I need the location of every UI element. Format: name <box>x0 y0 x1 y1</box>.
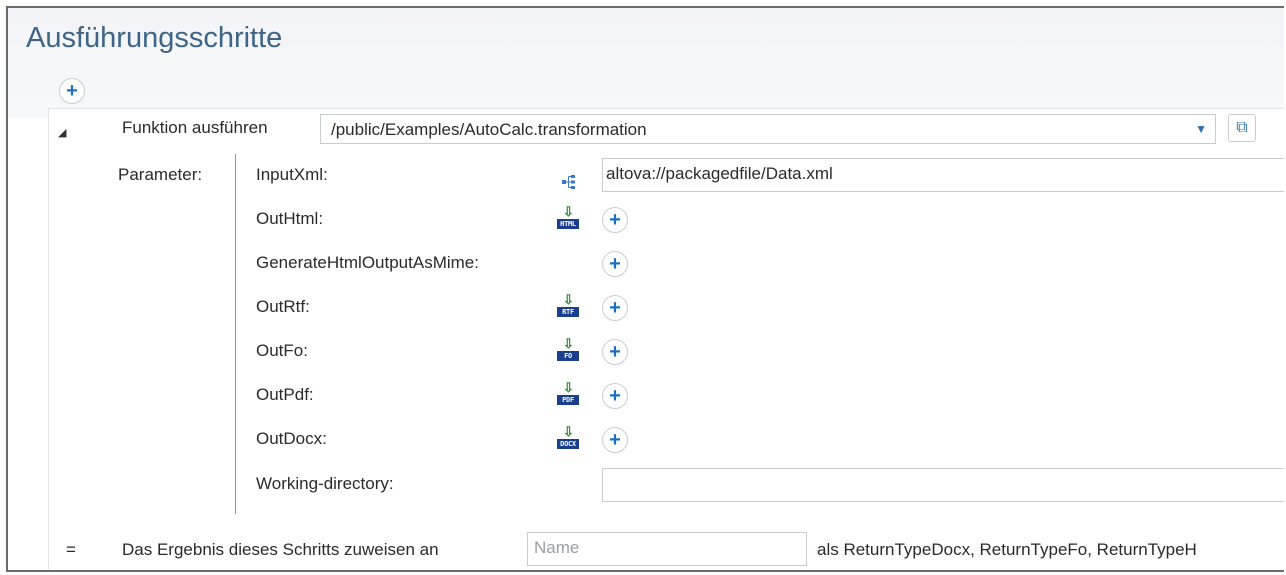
outrtf-add-button[interactable]: + <box>602 295 628 321</box>
download-docx-icon: ⇩ DOCX <box>557 425 579 451</box>
triangle-down-icon[interactable]: ◢ <box>58 126 66 139</box>
dropdown-arrow-icon: ▼ <box>1195 122 1207 136</box>
plus-icon: + <box>609 341 621 363</box>
assign-equals-symbol: = <box>66 540 76 559</box>
plus-icon: + <box>609 429 621 451</box>
download-fo-icon: ⇩ FO <box>557 337 579 363</box>
parameters-label: Parameter: <box>118 165 203 184</box>
inputxml-field[interactable]: altova://packagedfile/Data.xml <box>602 158 1284 192</box>
add-step-button[interactable]: + <box>59 78 85 104</box>
download-rtf-icon: ⇩ RTF <box>557 293 579 319</box>
title-area: Ausführungsschritte <box>8 8 1284 118</box>
assign-label: Das Ergebnis dieses Schritts zuweisen an <box>122 540 439 559</box>
download-html-icon: ⇩ HTML <box>557 205 579 231</box>
param-name-outhtml: OutHtml: <box>256 209 324 228</box>
plus-icon: + <box>609 253 621 275</box>
outfo-add-button[interactable]: + <box>602 339 628 365</box>
plus-icon: + <box>609 385 621 407</box>
plus-icon: + <box>609 297 621 319</box>
execution-steps-panel: Ausführungsschritte + ◢ Funktion ausführ… <box>6 6 1284 572</box>
page-title: Ausführungsschritte <box>26 22 283 54</box>
param-name-working-directory: Working-directory: <box>256 474 394 493</box>
generatehtmloutputasmime-add-button[interactable]: + <box>602 251 628 277</box>
assign-name-placeholder: Name <box>534 538 580 557</box>
external-link-icon[interactable]: ⧉ <box>1228 114 1256 142</box>
function-path-select[interactable]: /public/Examples/AutoCalc.transformation… <box>320 114 1216 144</box>
plus-icon: + <box>609 209 621 231</box>
param-name-outdocx: OutDocx: <box>256 429 327 448</box>
inputxml-value: altova://packagedfile/Data.xml <box>606 164 833 183</box>
download-pdf-icon: ⇩ PDF <box>557 381 579 407</box>
outdocx-add-button[interactable]: + <box>602 427 628 453</box>
xml-tree-icon[interactable] <box>561 174 577 190</box>
outhtml-add-button[interactable]: + <box>602 207 628 233</box>
param-name-generatehtmloutputasmime: GenerateHtmlOutputAsMime: <box>256 253 479 272</box>
assign-return-types: als ReturnTypeDocx, ReturnTypeFo, Return… <box>817 540 1197 559</box>
plus-icon: + <box>66 80 78 102</box>
outpdf-add-button[interactable]: + <box>602 383 628 409</box>
param-name-outfo: OutFo: <box>256 341 308 360</box>
function-path-value: /public/Examples/AutoCalc.transformation <box>331 120 647 139</box>
function-label: Funktion ausführen <box>122 118 268 137</box>
param-name-inputxml: InputXml: <box>256 165 328 184</box>
param-name-outrtf: OutRtf: <box>256 297 310 316</box>
parameters-divider <box>235 154 236 514</box>
assign-name-field[interactable]: Name <box>527 532 807 566</box>
working-directory-field[interactable] <box>602 468 1284 502</box>
param-name-outpdf: OutPdf: <box>256 385 314 404</box>
